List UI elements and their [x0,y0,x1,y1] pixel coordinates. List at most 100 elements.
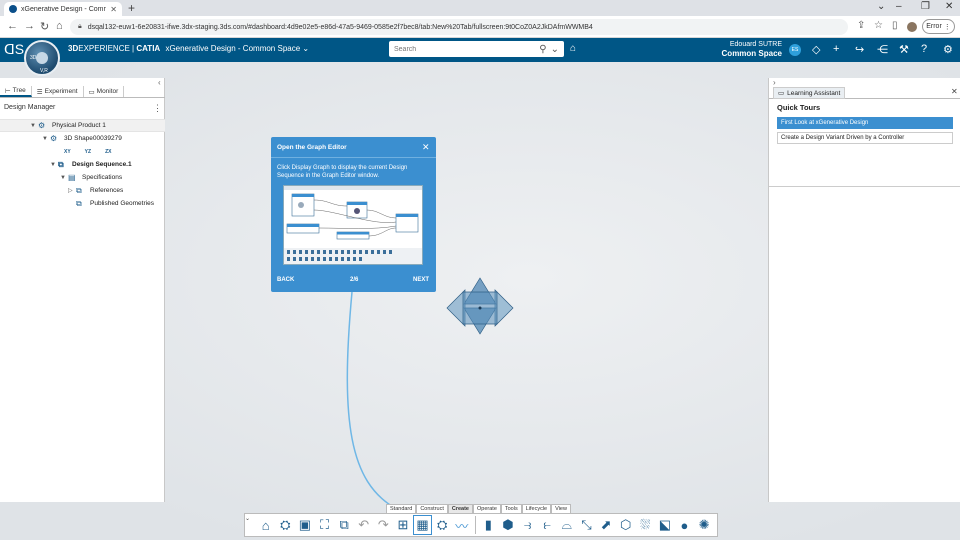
more-options-icon[interactable]: ⋮ [153,103,162,114]
expand-panel-icon[interactable]: › [773,78,776,87]
xy-plane-icon[interactable]: XY [64,149,71,155]
yz-plane-icon[interactable]: YZ [85,149,91,155]
search-box: ⚲ ⌄ [389,41,564,57]
tree-node-specifications[interactable]: ▼ ▤ Specifications [0,171,165,184]
save-tools-icon[interactable]: ⛭ [276,516,294,534]
tab-lifecycle[interactable]: Lifecycle [521,504,552,513]
restore-icon[interactable]: ❐ [921,1,930,12]
tour-item[interactable]: First Look at xGenerative Design [777,117,953,129]
tree-node-physical-product[interactable]: ▼ ⚙ Physical Product 1 [0,119,165,132]
help-icon[interactable]: ? [921,43,927,55]
compass-robot-icon[interactable] [446,277,514,335]
grid-surface-icon[interactable]: ⛆ [636,516,654,534]
tree-label: Specifications [82,174,123,181]
update-icon[interactable]: ⛭ [433,516,451,534]
tab-tree[interactable]: ⊢ Tree [0,86,32,97]
user-info[interactable]: Edouard SUTRE Common Space [700,40,782,58]
search-icon[interactable]: ⚲ [539,44,546,55]
browser-tab-strip: xGenerative Design - Common S ✕ + ⌄ – ❐ … [0,0,960,16]
page-indicator: 2/6 [350,277,359,283]
expand-arrow-icon[interactable]: ▷ [68,187,76,194]
close-icon[interactable]: ✕ [422,142,430,153]
search-options-chevron-icon[interactable]: ⌄ [551,44,559,55]
tab-label: Learning Assistant [787,89,841,97]
tour-item[interactable]: Create a Design Variant Driven by a Cont… [777,132,953,144]
tab-tools[interactable]: Tools [500,504,522,513]
box-icon[interactable]: ⬕ [656,516,674,534]
avatar[interactable]: ES [789,44,801,56]
tab-standard[interactable]: Standard [386,504,417,513]
mesh-icon[interactable]: ⬡ [617,516,635,534]
close-icon[interactable]: ✕ [951,87,958,96]
share-icon[interactable]: ↪ [855,43,864,56]
display-graph-icon[interactable]: ⊞ [394,516,412,534]
tab-search-chevron-icon[interactable]: ⌄ [877,1,885,12]
multi-view-icon[interactable]: ⧉ [335,516,353,534]
tab-construct[interactable]: Construct [416,504,448,513]
tab-experiment[interactable]: ☰ Experiment [32,86,84,97]
transform-icon[interactable]: ⤡ [578,516,596,534]
tree-node-3d-shape[interactable]: ▼ ⚙ 3D Shape00039279 [0,132,165,145]
fit-all-icon[interactable]: ⛶ [316,516,334,534]
search-input[interactable] [394,45,536,53]
tag-icon[interactable]: ⌂ [570,43,576,54]
compass-center-icon[interactable] [36,52,48,64]
surface-icon[interactable]: ⌓ [558,516,576,534]
zx-plane-icon[interactable]: ZX [105,149,111,155]
undo-icon[interactable]: ↶ [355,516,373,534]
profile-avatar-icon[interactable] [907,22,917,32]
tab-monitor[interactable]: ▭ Monitor [84,86,125,97]
collapse-arrow-icon[interactable]: ▼ [60,175,68,181]
frame-icon[interactable]: ▮ [480,516,498,534]
tree-node-design-sequence[interactable]: ▼ ⧉ Design Sequence.1 [0,158,165,171]
home-icon[interactable]: ⌂ [257,516,275,534]
back-arrow-icon[interactable]: ← [7,20,18,32]
settings-gear-icon[interactable]: ⚙ [943,43,953,56]
error-button[interactable]: Error ⋮ [922,19,955,34]
compass-widget[interactable]: 3D V,R [24,40,60,76]
sweep-icon[interactable]: ⥽ [519,516,537,534]
address-bar[interactable]: 🔒︎ dsqal132-euw1-6e20831-ifwe.3dx-stagin… [70,19,848,35]
home-icon[interactable]: ⌂ [56,20,63,32]
save-icon[interactable]: ▣ [296,516,314,534]
loft-icon[interactable]: ⥼ [538,516,556,534]
tab-operate[interactable]: Operate [473,504,501,513]
new-tab-icon[interactable]: + [128,1,135,15]
sphere-icon[interactable]: ● [676,516,694,534]
separator [474,516,476,534]
side-panel-icon[interactable]: ▯ [892,20,898,31]
minimize-icon[interactable]: – [896,1,902,12]
ds-logo-icon[interactable]: ᗡS [4,41,24,58]
back-button[interactable]: BACK [277,277,294,283]
add-icon[interactable]: + [833,43,839,55]
tab-monitor-label: Monitor [96,88,119,95]
bookmark-star-icon[interactable]: ☆ [874,20,883,31]
browser-tab[interactable]: xGenerative Design - Common S ✕ [4,2,122,16]
app-title[interactable]: xGenerative Design - Common Space [165,44,300,53]
tab-learning-assistant[interactable]: ▭ Learning Assistant [773,87,846,99]
tree-node-published-geometries[interactable]: ⧉ Published Geometries [0,197,165,210]
tab-create[interactable]: Create [447,504,473,513]
tag-label-icon[interactable]: ◇ [812,43,820,56]
live-icon[interactable]: 〰 [453,516,471,534]
redo-icon[interactable]: ↷ [375,516,393,534]
next-button[interactable]: NEXT [413,277,429,283]
tab-view[interactable]: View [551,504,571,513]
collapse-arrow-icon[interactable]: ▼ [50,162,58,168]
window-close-icon[interactable]: ✕ [945,1,953,12]
collapse-action-bar-icon[interactable]: ⌄ [245,515,250,522]
graph-editor-icon[interactable]: ▦ [412,515,433,535]
collapse-arrow-icon[interactable]: ▼ [30,123,38,129]
network-share-icon[interactable]: ⋲ [877,43,888,56]
tools-icon[interactable]: ⚒ [899,43,909,56]
chevron-down-icon[interactable]: ⌄ [302,44,309,53]
reload-icon[interactable]: ↻ [40,20,49,33]
extract-icon[interactable]: ⬈ [597,516,615,534]
explode-icon[interactable]: ✺ [695,516,713,534]
share-page-icon[interactable]: ⇪ [857,20,865,31]
forward-arrow-icon[interactable]: → [24,20,35,32]
solid-icon[interactable]: ⬢ [499,516,517,534]
tree-node-references[interactable]: ▷ ⧉ References [0,184,165,197]
close-tab-icon[interactable]: ✕ [110,5,117,14]
collapse-arrow-icon[interactable]: ▼ [42,136,50,142]
